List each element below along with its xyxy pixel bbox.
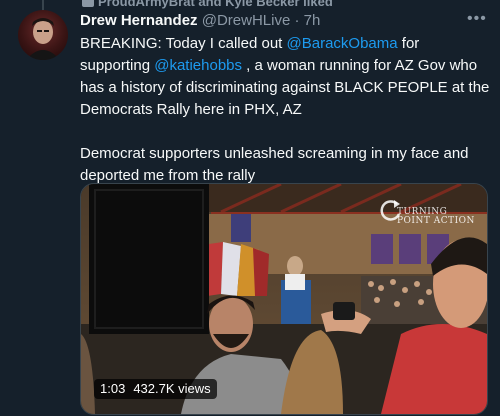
tweet[interactable]: ProudArmyBrat and Kyle Becker liked Drew… bbox=[0, 0, 500, 416]
social-context[interactable]: ProudArmyBrat and Kyle Becker liked bbox=[82, 0, 333, 9]
watermark-line-2: POINT ACTION bbox=[397, 216, 475, 226]
video-views: 432.7K views bbox=[133, 381, 211, 396]
social-context-label: ProudArmyBrat and Kyle Becker liked bbox=[98, 0, 333, 9]
tweet-text: BREAKING: Today I called out @BarackObam… bbox=[80, 33, 490, 187]
timestamp[interactable]: 7h bbox=[304, 12, 321, 29]
tweet-paragraph-1: BREAKING: Today I called out @BarackObam… bbox=[80, 33, 490, 121]
avatar[interactable] bbox=[18, 10, 68, 60]
tweet-header: Drew Hernandez @DrewHLive · 7h bbox=[80, 12, 320, 29]
turning-point-action-watermark: TURNING POINT ACTION bbox=[379, 194, 479, 234]
author-handle[interactable]: @DrewHLive bbox=[202, 12, 291, 29]
video-stats-badge: 1:03 432.7K views bbox=[94, 379, 217, 399]
mention-link[interactable]: @BarackObama bbox=[287, 35, 398, 52]
video-player[interactable]: TURNING POINT ACTION 1:03 432.7K views bbox=[80, 183, 488, 415]
video-duration: 1:03 bbox=[100, 381, 126, 396]
author-name[interactable]: Drew Hernandez bbox=[80, 12, 198, 29]
more-icon[interactable]: ••• bbox=[467, 11, 487, 27]
tweet-text-segment: BREAKING: Today I called out bbox=[80, 35, 287, 52]
tweet-paragraph-2: Democrat supporters unleashed screaming … bbox=[80, 145, 469, 184]
heart-icon bbox=[82, 0, 94, 7]
mention-link[interactable]: @katiehobbs bbox=[154, 57, 242, 74]
separator-dot: · bbox=[294, 12, 300, 29]
